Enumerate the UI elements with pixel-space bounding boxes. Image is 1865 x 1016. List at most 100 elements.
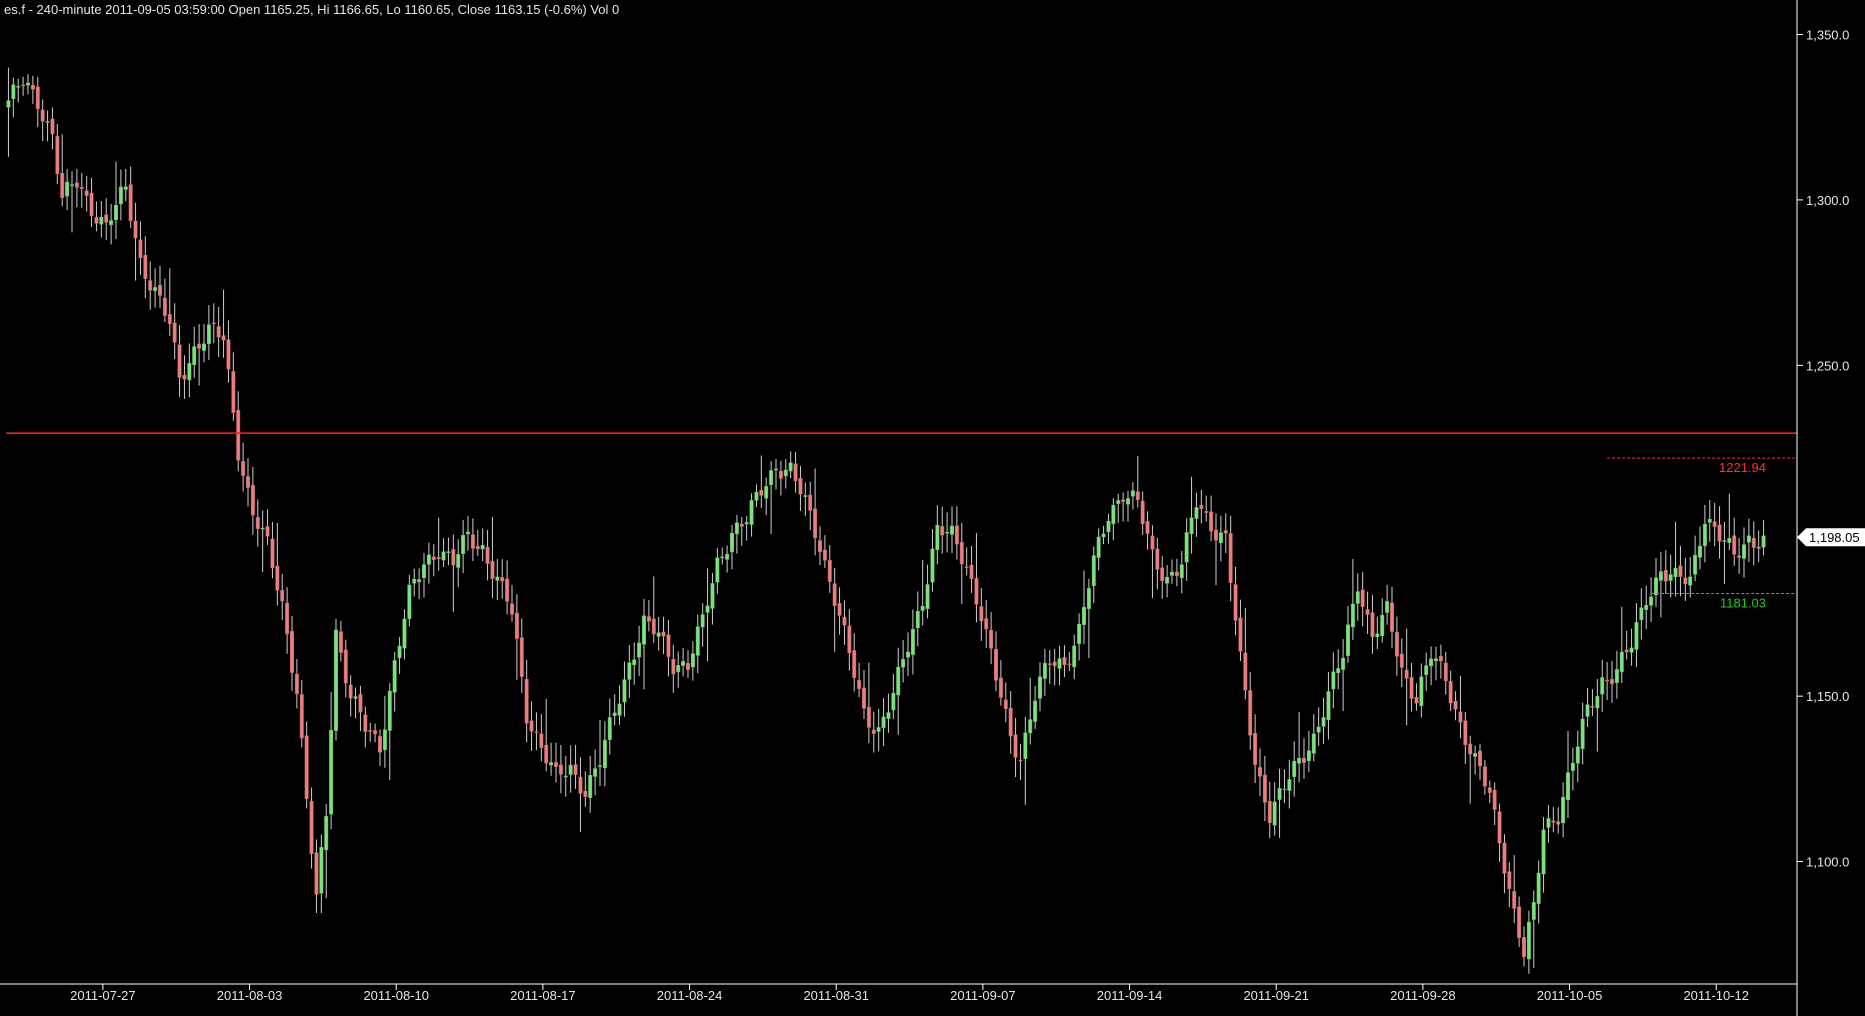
x-tick-label: 2011-07-27 — [70, 988, 136, 1003]
candle-body — [1580, 718, 1585, 749]
candle-body — [910, 628, 915, 655]
candle-body — [1214, 529, 1218, 541]
candle-body — [211, 322, 216, 325]
candle-body — [1062, 657, 1067, 666]
y-tick-label: 1,300.0 — [1806, 193, 1849, 208]
candle-body — [133, 220, 138, 239]
candle-body — [1091, 555, 1096, 587]
candle-body — [1619, 651, 1624, 673]
candle-body — [70, 184, 74, 186]
candle-body — [480, 544, 485, 550]
candle-body — [524, 678, 529, 724]
candle-body — [1614, 669, 1619, 683]
candle-body — [1634, 622, 1639, 650]
candle-body — [270, 538, 275, 569]
candle-body — [803, 495, 808, 497]
candle-body — [544, 744, 549, 764]
candle-body — [353, 696, 358, 699]
candle-body — [1184, 532, 1189, 563]
candle-body — [1497, 811, 1502, 844]
candle-body — [925, 584, 930, 609]
candle-body — [798, 478, 803, 495]
candle-body — [827, 559, 832, 582]
candle-body — [818, 540, 822, 553]
candle-body — [412, 578, 417, 584]
candle-body — [26, 82, 30, 86]
candle-body — [1047, 663, 1052, 665]
candle-body — [1693, 554, 1698, 575]
candle-body — [1174, 571, 1179, 576]
candle-body — [309, 800, 314, 854]
candle-body — [206, 324, 211, 345]
candle-body — [852, 650, 857, 678]
candle-body — [182, 374, 187, 380]
candle-body — [1673, 567, 1678, 578]
candle-body — [651, 618, 656, 635]
candle-body — [226, 339, 231, 370]
candle-body — [451, 548, 456, 566]
candle-body — [1365, 609, 1370, 615]
candle-body — [343, 649, 348, 684]
candle-body — [700, 614, 705, 628]
candle-body — [192, 346, 197, 365]
candle-body — [1126, 498, 1130, 505]
candle-body — [363, 714, 368, 732]
candle-body — [1336, 668, 1341, 674]
candle-body — [1233, 584, 1238, 621]
candle-body — [35, 86, 40, 110]
candle-body — [236, 409, 241, 461]
candle-body — [862, 687, 866, 709]
candle-body — [1262, 774, 1267, 803]
candle-body — [568, 764, 573, 775]
candle-body — [710, 583, 715, 609]
lower-level-label: 1181.03 — [1720, 596, 1766, 611]
candle-body — [1297, 757, 1302, 764]
y-tick-label: 1,150.0 — [1806, 689, 1849, 704]
candle-body — [901, 659, 906, 668]
candle-body — [1033, 700, 1038, 722]
candle-body — [1463, 720, 1468, 745]
candle-body — [989, 630, 994, 649]
candle-body — [109, 220, 114, 226]
candle-body — [979, 606, 984, 622]
candle-body — [1707, 518, 1712, 523]
candle-body — [725, 554, 730, 560]
candle-body — [16, 86, 21, 88]
candle-body — [202, 343, 206, 351]
candle-body — [84, 190, 89, 196]
chart-header-info: es.f - 240-minute 2011-09-05 03:59:00 Op… — [4, 2, 619, 17]
candle-body — [1512, 891, 1517, 909]
candle-body — [290, 631, 294, 673]
candle-body — [1649, 596, 1654, 606]
candle-body — [470, 534, 475, 549]
candle-body — [642, 615, 646, 645]
candle-body — [1458, 711, 1463, 723]
candle-body — [6, 100, 11, 108]
candle-body — [730, 533, 734, 553]
candle-body — [138, 239, 143, 258]
candle-body — [1042, 662, 1047, 679]
candle-body — [1140, 500, 1145, 525]
candle-body — [446, 551, 451, 553]
candle-body — [598, 765, 602, 767]
x-tick-label: 2011-10-12 — [1683, 988, 1749, 1003]
candle-body — [392, 660, 397, 693]
candle-body — [299, 694, 304, 739]
y-tick-label: 1,250.0 — [1806, 358, 1849, 373]
candle-body — [705, 605, 710, 613]
candle-body — [94, 217, 99, 224]
candle-body — [1409, 677, 1414, 699]
candle-body — [686, 662, 690, 670]
candle-body — [99, 216, 104, 225]
candle-body — [969, 564, 974, 580]
candle-body — [671, 658, 676, 675]
x-tick-label: 2011-09-28 — [1390, 988, 1456, 1003]
candle-body — [1292, 760, 1297, 778]
candle-body — [837, 603, 842, 616]
candle-body — [519, 637, 524, 677]
x-tick-label: 2011-08-24 — [657, 988, 723, 1003]
candle-body — [886, 712, 891, 719]
candle-body — [348, 684, 353, 699]
candle-body — [945, 531, 950, 534]
candle-body — [954, 525, 959, 545]
